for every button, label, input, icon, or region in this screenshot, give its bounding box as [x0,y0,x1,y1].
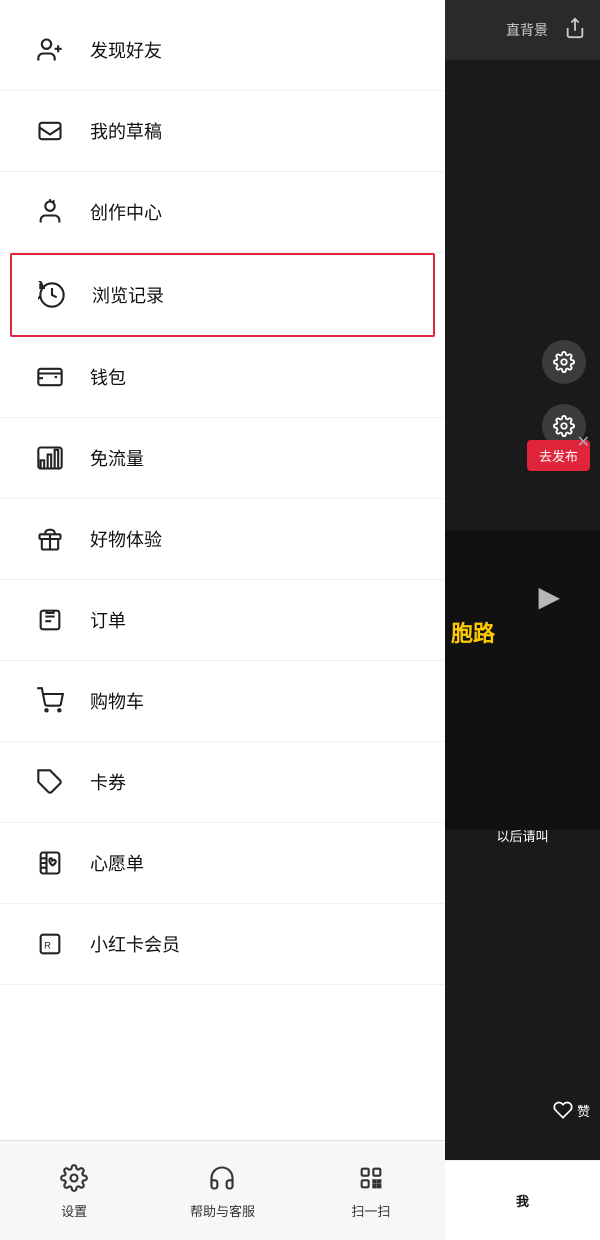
menu-item-vip[interactable]: R 小红卡会员 [0,904,445,985]
menu-label-coupons: 卡券 [90,769,126,795]
svg-text:R: R [44,941,51,951]
menu-label-orders: 订单 [90,607,126,633]
menu-item-coupons[interactable]: 卡券 [0,742,445,823]
wishlist-icon [30,843,70,883]
right-top-bar: 直背景 [445,0,600,60]
menu-label-creation: 创作中心 [90,199,162,225]
like-area[interactable]: 赞 [553,1100,590,1120]
menu-item-find-friends[interactable]: 发现好友 [0,10,445,91]
menu-item-free-data[interactable]: 免流量 [0,418,445,499]
footer-bar: 设置 帮助与客服 扫一扫 [0,1140,445,1240]
menu-label-free-data: 免流量 [90,445,144,471]
wallet-icon [30,357,70,397]
tag-icon [30,762,70,802]
right-circle-icon-1[interactable] [542,340,586,384]
right-bottom-nav: 我 [445,1160,600,1240]
create-icon [30,192,70,232]
share-icon[interactable] [564,17,586,44]
drafts-icon [30,111,70,151]
publish-close-icon[interactable]: ✕ [577,432,590,452]
badge-icon: R [30,924,70,964]
menu-item-orders[interactable]: 订单 [0,580,445,661]
bar-chart-icon [30,438,70,478]
footer-label-help: 帮助与客服 [190,1201,255,1220]
person-add-icon [30,30,70,70]
nav-me-label: 我 [516,1191,529,1210]
menu-item-cart[interactable]: 购物车 [0,661,445,742]
menu-label-cart: 购物车 [90,688,144,714]
menu-label-vip: 小红卡会员 [90,931,180,957]
history-icon [32,275,72,315]
footer-item-help[interactable]: 帮助与客服 [148,1161,296,1220]
menu-item-wishlist[interactable]: 心愿单 [0,823,445,904]
right-panel: 直背景 ✕ 去发布 ▶ [445,0,600,1240]
footer-label-settings: 设置 [61,1201,87,1220]
play-icon[interactable]: ▶ [538,580,560,613]
menu-label-wishlist: 心愿单 [90,850,144,876]
settings-icon [57,1161,91,1195]
headset-icon [205,1161,239,1195]
menu-label-drafts: 我的草稿 [90,118,162,144]
right-top-text: 直背景 [506,20,548,40]
menu-item-history[interactable]: 浏览记录 [10,253,435,337]
menu-label-history: 浏览记录 [92,282,164,308]
menu-label-find-friends: 发现好友 [90,37,162,63]
cart-icon [30,681,70,721]
video-thumbnail: ▶ 胞路 ✌️ [445,530,600,830]
menu-scroll: 发现好友 我的草稿 创作中心 [0,0,445,1140]
menu-label-wallet: 钱包 [90,364,126,390]
menu-item-wallet[interactable]: 钱包 [0,337,445,418]
menu-item-creation[interactable]: 创作中心 [0,172,445,253]
publish-popup: ✕ 去发布 [527,440,590,471]
menu-label-good-exp: 好物体验 [90,526,162,552]
like-label: 赞 [577,1101,590,1120]
gift-icon [30,519,70,559]
nav-item-me[interactable]: 我 [516,1191,529,1210]
clipboard-icon [30,600,70,640]
menu-item-drafts[interactable]: 我的草稿 [0,91,445,172]
video-title-text: 胞路 [451,621,495,646]
menu-item-good-exp[interactable]: 好物体验 [0,499,445,580]
footer-label-scan: 扫一扫 [351,1201,390,1220]
menu-panel: 发现好友 我的草稿 创作中心 [0,0,445,1240]
scan-icon [354,1161,388,1195]
footer-item-scan[interactable]: 扫一扫 [297,1161,445,1220]
video-title-overlay: 胞路 [445,610,600,654]
footer-item-settings[interactable]: 设置 [0,1161,148,1220]
